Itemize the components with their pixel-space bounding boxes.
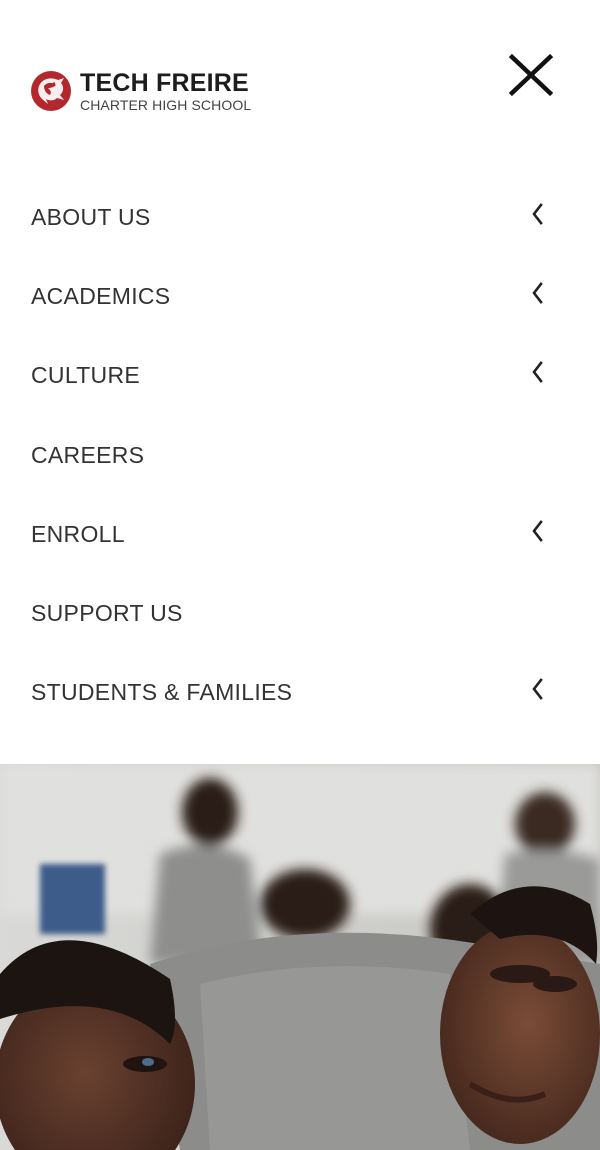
close-menu-button[interactable] <box>505 50 555 100</box>
close-icon <box>508 53 554 97</box>
nav-item-label: ACADEMICS <box>31 283 171 310</box>
main-navigation: ABOUT US ACADEMICS CULTURE CAREERS ENROL… <box>0 178 600 732</box>
nav-item-label: CAREERS <box>31 441 145 468</box>
nav-item-students-families[interactable]: STUDENTS & FAMILIES <box>0 653 600 732</box>
nav-item-support-us[interactable]: SUPPORT US <box>0 574 600 653</box>
students-classroom-photo <box>0 764 600 1150</box>
logo-subtitle: CHARTER HIGH SCHOOL <box>80 96 252 113</box>
nav-item-careers[interactable]: CAREERS <box>0 416 600 495</box>
nav-item-about-us[interactable]: ABOUT US <box>0 178 600 257</box>
chevron-left-icon[interactable] <box>530 202 546 226</box>
nav-item-label: CULTURE <box>31 362 141 389</box>
chevron-left-icon[interactable] <box>530 519 546 543</box>
chevron-left-icon[interactable] <box>530 677 546 701</box>
site-logo[interactable]: TECH FREIRE CHARTER HIGH SCHOOL <box>30 68 251 114</box>
nav-item-academics[interactable]: ACADEMICS <box>0 257 600 336</box>
logo-title: TECH FREIRE <box>80 68 249 97</box>
nav-item-label: STUDENTS & FAMILIES <box>31 679 293 706</box>
chevron-left-icon[interactable] <box>530 360 546 384</box>
nav-item-culture[interactable]: CULTURE <box>0 336 600 415</box>
nav-item-label: ABOUT US <box>31 204 151 231</box>
nav-item-enroll[interactable]: ENROLL <box>0 495 600 574</box>
hero-photo <box>0 764 600 1150</box>
dragon-logo-icon <box>31 71 71 111</box>
nav-item-label: ENROLL <box>31 520 125 547</box>
chevron-left-icon[interactable] <box>530 281 546 305</box>
mobile-menu-panel: TECH FREIRE CHARTER HIGH SCHOOL ABOUT US… <box>0 0 600 764</box>
nav-item-label: SUPPORT US <box>31 600 183 627</box>
